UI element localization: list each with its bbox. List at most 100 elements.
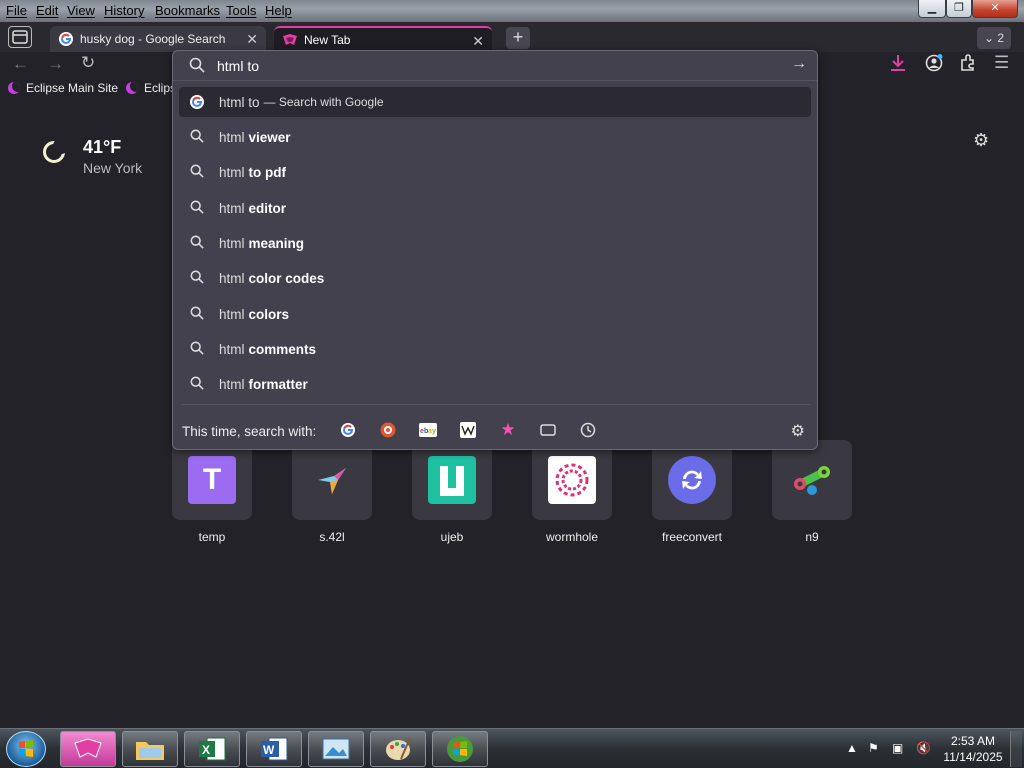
tab-list-button[interactable]: ⌄ 2: [977, 27, 1011, 49]
tab-overview-button[interactable]: [8, 26, 32, 48]
engine-wikipedia-button[interactable]: [459, 421, 477, 439]
gear-icon: ⚙: [790, 423, 805, 440]
suggestion-search-with-google[interactable]: html to — Search with Google: [179, 87, 811, 117]
suggestion-base: html: [219, 306, 245, 322]
customize-page-button[interactable]: ⚙: [973, 130, 989, 151]
maximize-button[interactable]: ❐: [946, 0, 972, 18]
menu-bookmarks[interactable]: Bookmarks: [155, 3, 220, 18]
search-icon: [190, 200, 204, 217]
shortcut-label: s.42l: [319, 530, 345, 544]
menu-help[interactable]: Help: [265, 3, 292, 18]
menu-tools[interactable]: Tools: [226, 3, 256, 18]
search-settings-button[interactable]: ⚙: [791, 421, 805, 441]
volume-muted-icon[interactable]: 🔇: [916, 741, 931, 755]
shortcut-wormhole[interactable]: [532, 440, 612, 520]
taskbar-excel[interactable]: X: [184, 731, 240, 767]
back-button[interactable]: ←: [12, 54, 29, 74]
extensions-button[interactable]: [959, 54, 977, 77]
url-input[interactable]: [217, 56, 777, 76]
engine-duckduckgo-button[interactable]: [379, 421, 397, 439]
taskbar-photo-viewer[interactable]: [308, 731, 364, 767]
bookmark-label: Eclipse Main Site: [26, 81, 119, 95]
tab-google-search[interactable]: husky dog - Google Search ✕: [50, 26, 266, 52]
go-button[interactable]: →: [791, 55, 807, 73]
suggestion-completion: viewer: [248, 129, 291, 145]
search-icon: [190, 376, 204, 393]
eclipse-moon-icon: [126, 82, 138, 94]
urlbar-dropdown: → html to — Search with Google html view…: [172, 50, 818, 450]
menu-view[interactable]: View: [67, 3, 95, 18]
search-icon: [190, 164, 204, 181]
clock-date: 11/14/2025: [943, 750, 1003, 764]
show-hidden-icons-button[interactable]: ▲: [846, 741, 858, 755]
account-button[interactable]: [925, 54, 943, 77]
forward-button[interactable]: →: [47, 54, 64, 74]
network-icon[interactable]: ▣: [892, 741, 903, 755]
taskbar-file-explorer[interactable]: [122, 731, 178, 767]
eclipse-logo-icon: [283, 34, 297, 45]
taskbar-eclipse-browser[interactable]: [60, 731, 116, 767]
close-tab-icon[interactable]: ✕: [246, 31, 258, 48]
engine-google-button[interactable]: [339, 421, 357, 439]
suggestion-item[interactable]: html formatter: [179, 369, 811, 399]
suggestion-item[interactable]: html to pdf: [179, 157, 811, 187]
plus-icon: +: [512, 27, 524, 47]
suggestion-base: html: [219, 235, 245, 251]
search-icon: [190, 129, 204, 146]
app-menu-button[interactable]: ☰: [994, 53, 1009, 73]
restore-icon: ❐: [954, 2, 964, 14]
suggestion-item[interactable]: html meaning: [179, 228, 811, 258]
shortcut-temp[interactable]: T: [172, 440, 252, 520]
suggestion-item[interactable]: html comments: [179, 334, 811, 364]
arrow-right-icon: →: [47, 54, 64, 73]
suggestion-base: html: [219, 270, 245, 286]
tab-new-tab[interactable]: New Tab ✕: [274, 26, 492, 52]
search-icon: [189, 57, 205, 73]
wikipedia-icon: [460, 422, 476, 438]
shortcut-ujeb[interactable]: [412, 440, 492, 520]
svg-text:y: y: [432, 428, 436, 435]
history-icon: [580, 422, 596, 438]
suggestion-item[interactable]: html colors: [179, 299, 811, 329]
ujeb-logo-icon: [428, 456, 476, 504]
close-tab-icon[interactable]: ✕: [472, 33, 484, 50]
taskbar-word[interactable]: W: [246, 731, 302, 767]
clock[interactable]: 2:53 AM 11/14/2025: [940, 733, 1006, 765]
taskbar-paint[interactable]: [370, 731, 426, 767]
suggestion-item[interactable]: html color codes: [179, 263, 811, 293]
shortcut-freeconvert[interactable]: [652, 440, 732, 520]
bookmark-eclipse[interactable]: Eclips: [126, 81, 176, 95]
taskbar-windows-media[interactable]: [432, 731, 488, 767]
close-window-button[interactable]: ✕: [972, 0, 1018, 18]
shortcut-label: temp: [198, 530, 226, 544]
start-button[interactable]: [6, 731, 46, 767]
show-desktop-button[interactable]: [1010, 731, 1022, 767]
shortcut-s42l[interactable]: [292, 440, 372, 520]
weather-location[interactable]: New York: [83, 160, 142, 176]
menu-bar: File Edit View History Bookmarks Tools H…: [0, 0, 1024, 22]
eclipse-moon-icon: [8, 82, 20, 94]
shortcut-label: wormhole: [545, 530, 599, 544]
engine-tabs-button[interactable]: [539, 421, 557, 439]
divider: [173, 80, 817, 81]
menu-file[interactable]: File: [6, 3, 27, 18]
tab-count: 2: [997, 31, 1005, 45]
account-icon: [925, 54, 943, 72]
new-tab-button[interactable]: +: [506, 27, 530, 49]
reload-button[interactable]: ↻: [81, 53, 95, 73]
menu-history[interactable]: History: [104, 3, 144, 18]
engine-bookmarks-button[interactable]: ★: [499, 421, 517, 439]
menu-edit[interactable]: Edit: [36, 3, 58, 18]
bookmark-eclipse-main-site[interactable]: Eclipse Main Site: [8, 81, 118, 95]
action-center-icon[interactable]: ⚑: [868, 741, 879, 755]
arrow-right-icon: →: [791, 55, 807, 72]
download-icon: [891, 55, 905, 71]
hamburger-menu-icon: ☰: [994, 53, 1010, 72]
engine-ebay-button[interactable]: e b a y: [419, 421, 437, 439]
engine-history-button[interactable]: [579, 421, 597, 439]
shortcut-n9[interactable]: [772, 440, 852, 520]
downloads-button[interactable]: [890, 54, 906, 77]
minimize-button[interactable]: ▁: [918, 0, 946, 18]
suggestion-item[interactable]: html editor: [179, 193, 811, 223]
suggestion-item[interactable]: html viewer: [179, 122, 811, 152]
